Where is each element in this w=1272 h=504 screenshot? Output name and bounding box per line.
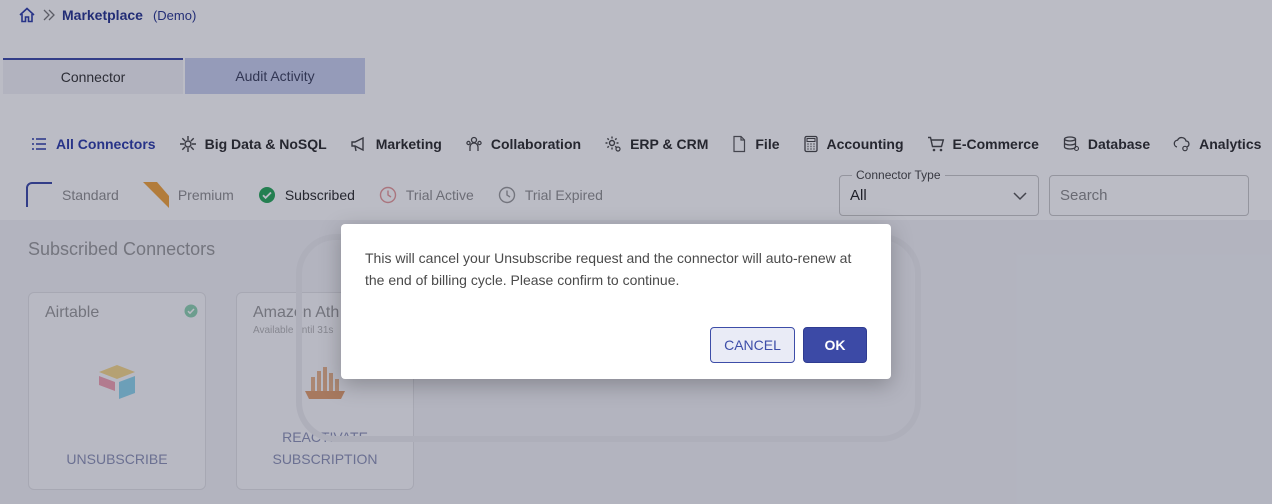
ok-button[interactable]: OK: [803, 327, 867, 363]
cancel-button[interactable]: CANCEL: [710, 327, 795, 363]
dialog-message: This will cancel your Unsubscribe reques…: [365, 250, 852, 288]
confirm-dialog: This will cancel your Unsubscribe reques…: [341, 224, 891, 379]
